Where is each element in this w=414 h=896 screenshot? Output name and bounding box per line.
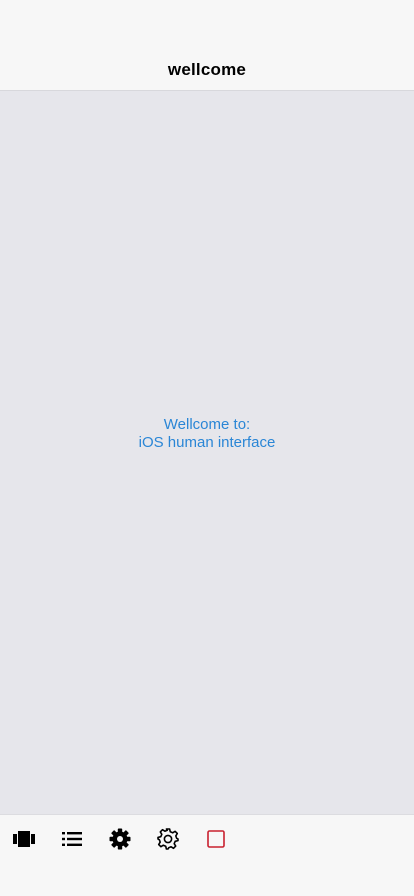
carousel-icon (13, 831, 35, 847)
gear-filled-icon (109, 828, 131, 850)
app-screen: wellcome Wellcome to: iOS human interfac… (0, 0, 414, 896)
gear-outline-icon (157, 828, 179, 850)
tab-bar (0, 814, 414, 896)
tab-settings-outline[interactable] (156, 827, 180, 851)
main-content: Wellcome to: iOS human interface (0, 91, 414, 814)
tab-settings-filled[interactable] (108, 827, 132, 851)
welcome-line-1: Wellcome to: (163, 416, 251, 433)
navigation-bar: wellcome (0, 0, 414, 91)
square-outline-icon (207, 830, 225, 848)
page-title: wellcome (167, 60, 247, 79)
welcome-message: Wellcome to: iOS human interface (0, 416, 414, 452)
welcome-line-2: iOS human interface (138, 434, 276, 451)
list-icon (62, 832, 82, 846)
tab-list[interactable] (60, 827, 84, 851)
tab-square[interactable] (204, 827, 228, 851)
tab-carousel[interactable] (12, 827, 36, 851)
